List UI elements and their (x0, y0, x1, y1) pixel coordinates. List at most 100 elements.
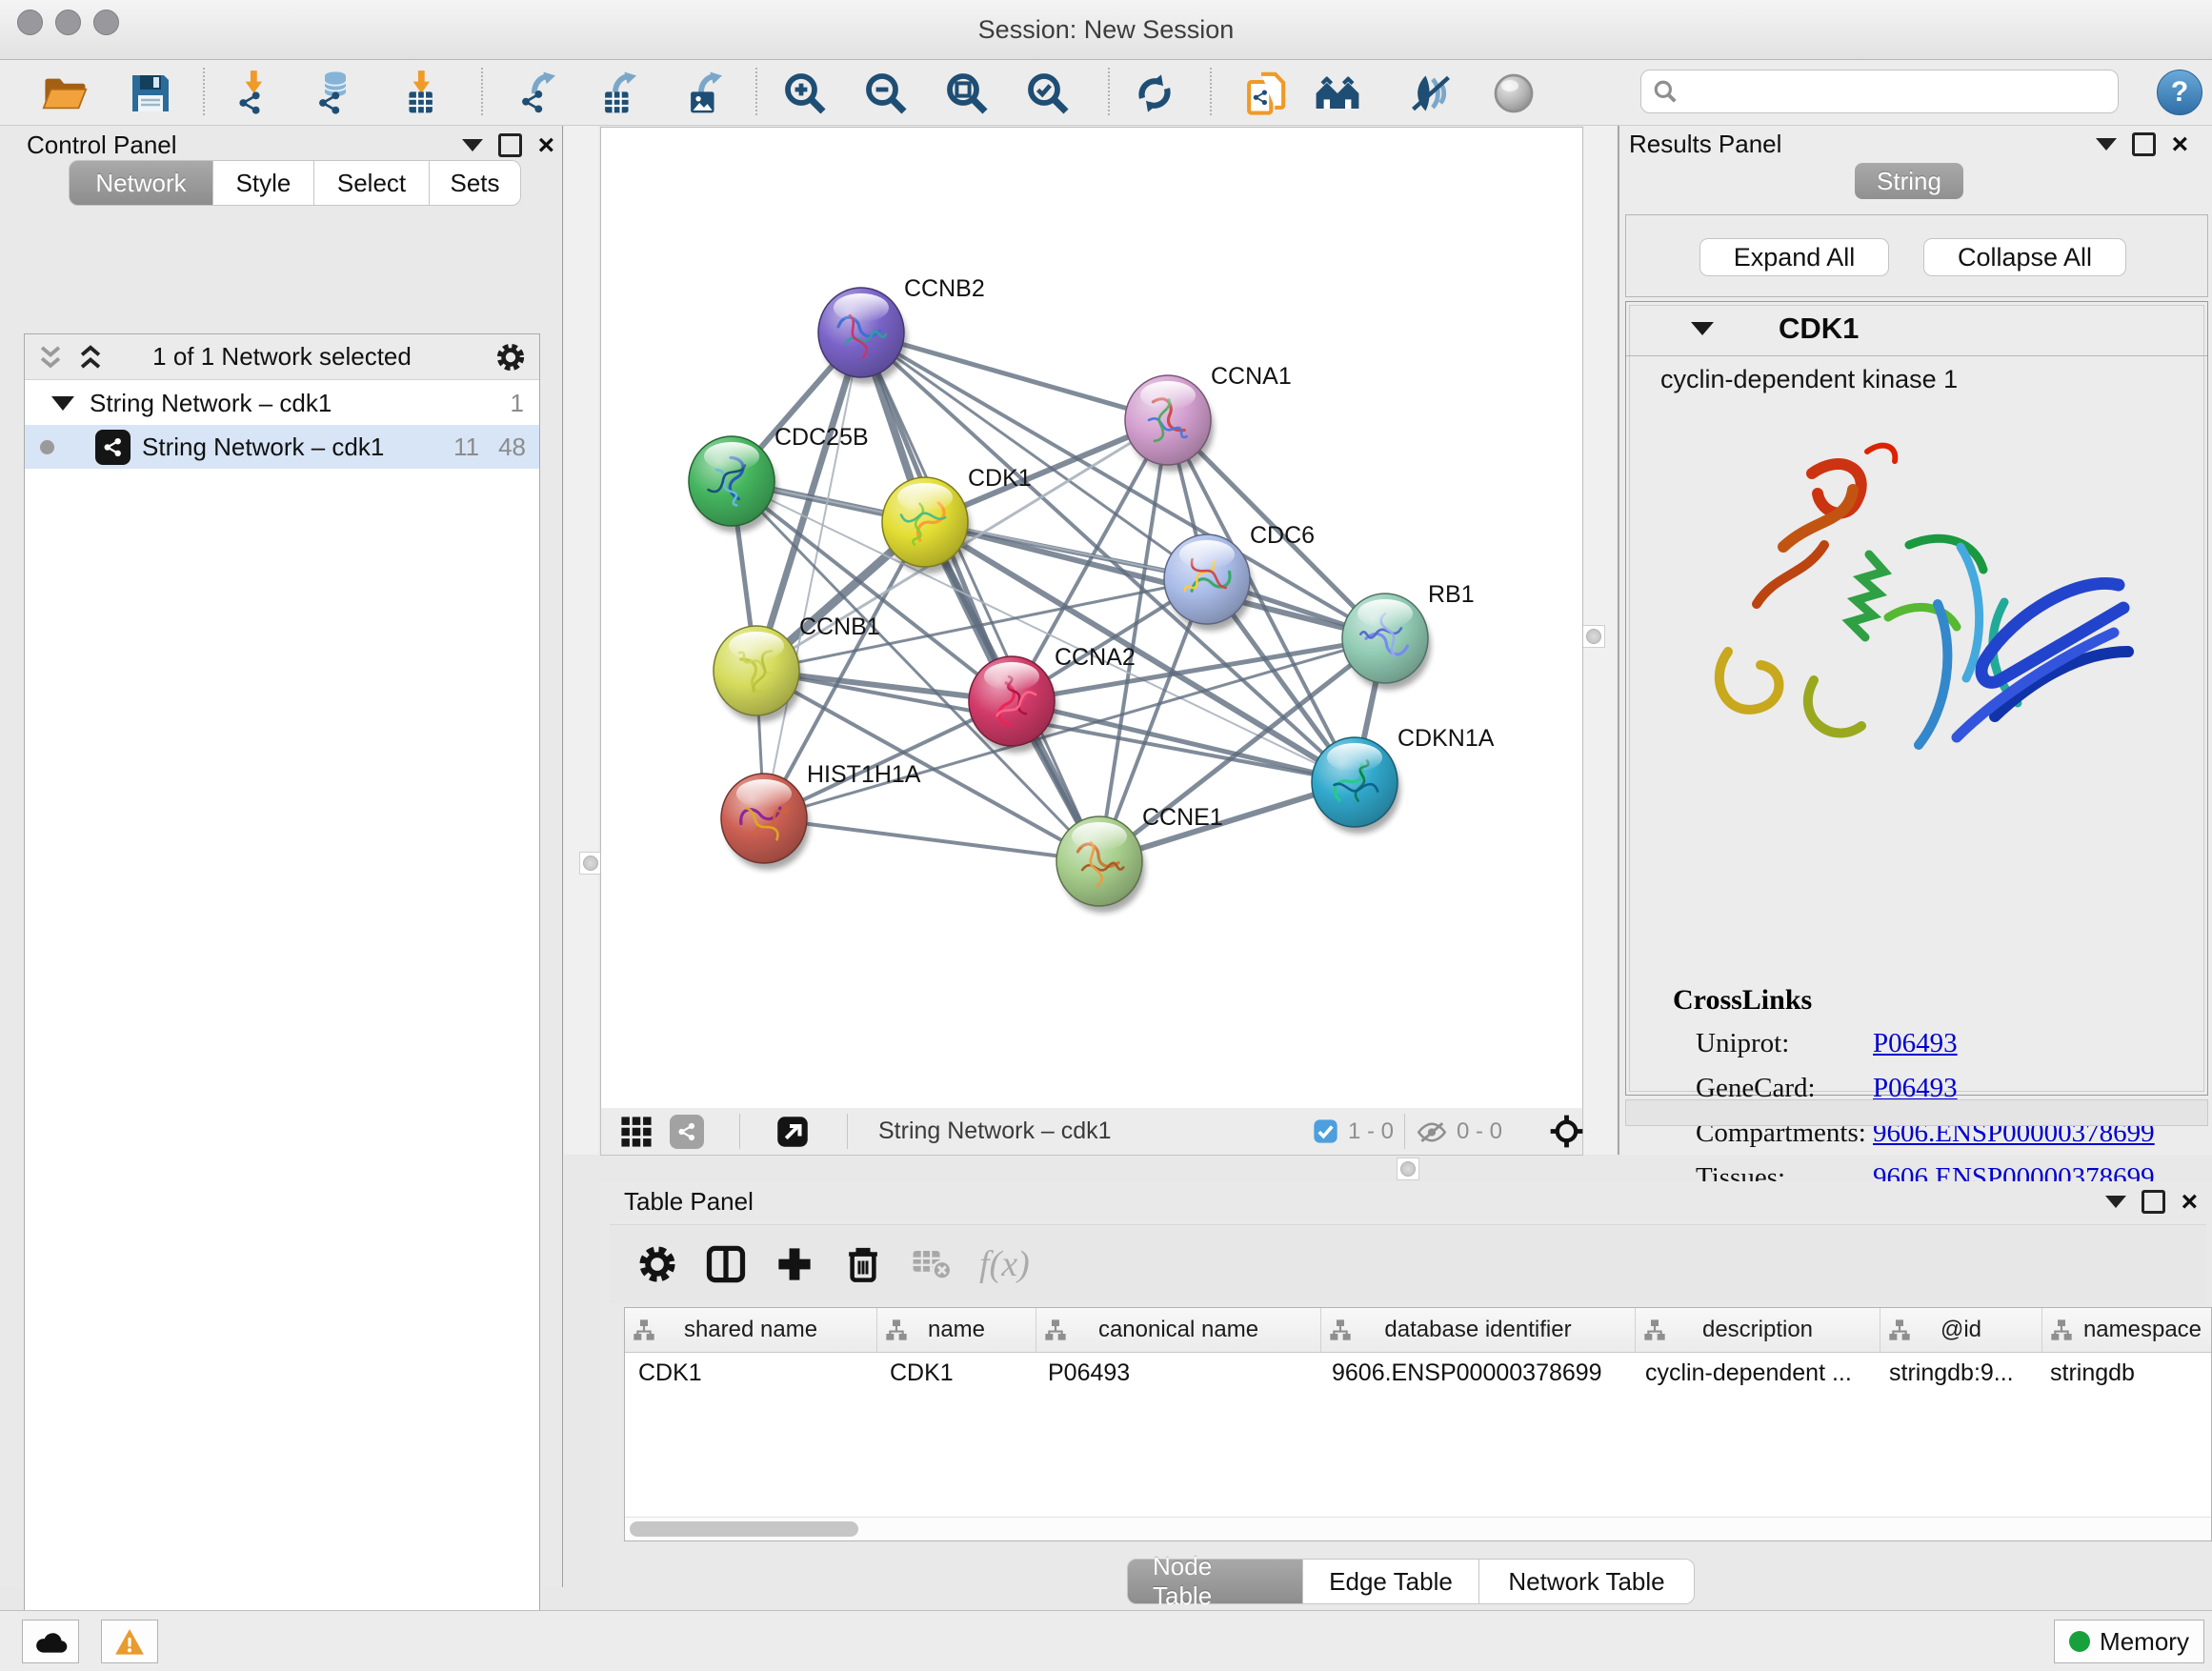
show-all-icon[interactable] (1487, 68, 1540, 119)
export-table-icon[interactable] (593, 68, 646, 119)
tab-edge-table[interactable]: Edge Table (1303, 1559, 1479, 1604)
table-cell[interactable]: stringdb (2037, 1352, 2212, 1394)
panel-close-icon[interactable]: × (2181, 1193, 2198, 1212)
search-field[interactable] (1640, 70, 2119, 113)
network-node-RB1[interactable] (1342, 594, 1431, 690)
protein-section-header[interactable]: CDK1 (1626, 302, 2207, 356)
column-header-namespace[interactable]: namespace (2042, 1308, 2212, 1352)
network-node-CCNA1[interactable] (1125, 375, 1214, 472)
left-splitter[interactable] (564, 126, 598, 1155)
zoom-fit-icon[interactable] (940, 68, 994, 119)
network-node-CDK1[interactable] (882, 477, 971, 574)
export-network-icon[interactable] (512, 68, 565, 119)
table-cell[interactable]: CDK1 (876, 1352, 1035, 1394)
import-network-database-icon[interactable] (309, 68, 362, 119)
network-node-CCNE1[interactable] (1056, 816, 1145, 913)
grid-view-icon[interactable] (620, 1116, 653, 1148)
panel-float-icon[interactable] (2142, 1190, 2165, 1214)
window-title: Session: New Session (0, 15, 2212, 45)
network-collection-row[interactable]: String Network – cdk1 1 (25, 381, 539, 425)
scrollbar-thumb[interactable] (630, 1521, 858, 1537)
tab-network[interactable]: Network (69, 160, 213, 206)
open-session-icon[interactable] (38, 68, 91, 119)
network-node-CDC25B[interactable] (689, 436, 777, 533)
import-table-icon[interactable] (395, 68, 449, 119)
network-type-icon (95, 430, 131, 465)
network-node-CCNB1[interactable] (714, 626, 802, 722)
hidden-eye-icon[interactable] (1416, 1120, 1448, 1144)
uniprot-link[interactable]: P06493 (1873, 1028, 1958, 1058)
tab-string[interactable]: String (1855, 163, 1963, 199)
memory-button[interactable]: Memory (2054, 1620, 2204, 1663)
network-edge-CCNB2-HIST1H1A[interactable] (764, 332, 861, 818)
panel-menu-icon[interactable] (462, 139, 483, 151)
bottom-splitter-handle[interactable] (1397, 1158, 1419, 1180)
collapse-all-icon[interactable] (38, 344, 63, 371)
zoom-selected-icon[interactable] (1021, 68, 1075, 119)
tab-style[interactable]: Style (213, 160, 314, 206)
zoom-out-icon[interactable] (859, 68, 913, 119)
gear-icon[interactable] (495, 342, 526, 372)
hide-selected-icon[interactable] (1404, 68, 1458, 119)
panel-float-icon[interactable] (498, 133, 522, 157)
selected-checkbox-icon[interactable] (1313, 1118, 1338, 1144)
collapse-all-button[interactable]: Collapse All (1923, 238, 2126, 276)
hidden-counter: 0 - 0 (1457, 1118, 1502, 1145)
column-header-name[interactable]: name (877, 1308, 1036, 1352)
network-view-icon[interactable] (670, 1115, 704, 1149)
right-splitter-handle[interactable] (1582, 625, 1605, 648)
results-horizontal-scrollbar[interactable] (1625, 1099, 2208, 1126)
network-node-CDKN1A[interactable] (1312, 737, 1400, 834)
show-columns-icon[interactable] (692, 1238, 760, 1291)
refresh-icon[interactable] (1128, 68, 1181, 119)
table-cell[interactable]: 9606.ENSP00000378699 (1318, 1352, 1632, 1394)
add-column-icon[interactable] (760, 1238, 829, 1291)
network-edge-CDK1-RB1[interactable] (925, 522, 1385, 638)
tree-expander-icon[interactable] (51, 396, 74, 411)
export-image-icon[interactable] (678, 68, 732, 119)
table-cell[interactable]: cyclin-dependent ... (1632, 1352, 1876, 1394)
panel-menu-icon[interactable] (2105, 1196, 2126, 1208)
clone-network-icon[interactable] (1240, 68, 1294, 119)
network-node-HIST1H1A[interactable] (721, 774, 810, 870)
table-row[interactable]: CDK1CDK1P064939606.ENSP00000378699cyclin… (625, 1352, 2212, 1394)
network-status-dot (40, 440, 54, 454)
table-cell[interactable]: P06493 (1035, 1352, 1318, 1394)
save-session-icon[interactable] (124, 68, 177, 119)
column-header-canonical-name[interactable]: canonical name (1036, 1308, 1321, 1352)
panel-menu-icon[interactable] (2096, 138, 2117, 151)
column-header--id[interactable]: @id (1880, 1308, 2042, 1352)
search-input[interactable] (1685, 77, 2118, 106)
table-settings-gear-icon[interactable] (623, 1238, 692, 1291)
first-neighbors-icon[interactable] (1311, 68, 1364, 119)
panel-float-icon[interactable] (2132, 132, 2156, 156)
delete-column-icon[interactable] (829, 1238, 897, 1291)
tab-select[interactable]: Select (314, 160, 430, 206)
tab-node-table[interactable]: Node Table (1127, 1559, 1303, 1604)
table-horizontal-scrollbar[interactable] (625, 1517, 2211, 1540)
network-node-CDC6[interactable] (1164, 534, 1253, 631)
birdseye-crosshair-icon[interactable] (1550, 1115, 1583, 1148)
cloud-button[interactable] (22, 1620, 79, 1663)
detach-view-icon[interactable] (775, 1115, 810, 1154)
zoom-in-icon[interactable] (778, 68, 832, 119)
tab-sets[interactable]: Sets (430, 160, 521, 206)
section-expander-icon[interactable] (1691, 322, 1714, 335)
network-canvas[interactable]: CCNB2CCNA1CDC25BCDK1CDC6RB1CCNB1CCNA2CDK… (600, 127, 1583, 1110)
tab-network-table[interactable]: Network Table (1479, 1559, 1695, 1604)
panel-close-icon[interactable]: × (537, 136, 554, 155)
column-header-description[interactable]: description (1636, 1308, 1880, 1352)
network-edge-HIST1H1A-CCNE1[interactable] (764, 818, 1099, 861)
warning-button[interactable] (101, 1620, 158, 1663)
table-cell[interactable]: stringdb:9... (1876, 1352, 2037, 1394)
column-header-shared-name[interactable]: shared name (625, 1308, 877, 1352)
import-network-icon[interactable] (228, 68, 281, 119)
table-cell[interactable]: CDK1 (625, 1352, 876, 1394)
help-icon[interactable]: ? (2157, 70, 2202, 115)
left-splitter-handle[interactable] (579, 852, 602, 875)
panel-close-icon[interactable]: × (2171, 135, 2188, 154)
network-row-selected[interactable]: String Network – cdk1 11 48 (25, 425, 539, 469)
column-header-database-identifier[interactable]: database identifier (1321, 1308, 1636, 1352)
expand-all-button[interactable]: Expand All (1699, 238, 1889, 276)
expand-all-icon[interactable] (78, 344, 103, 371)
